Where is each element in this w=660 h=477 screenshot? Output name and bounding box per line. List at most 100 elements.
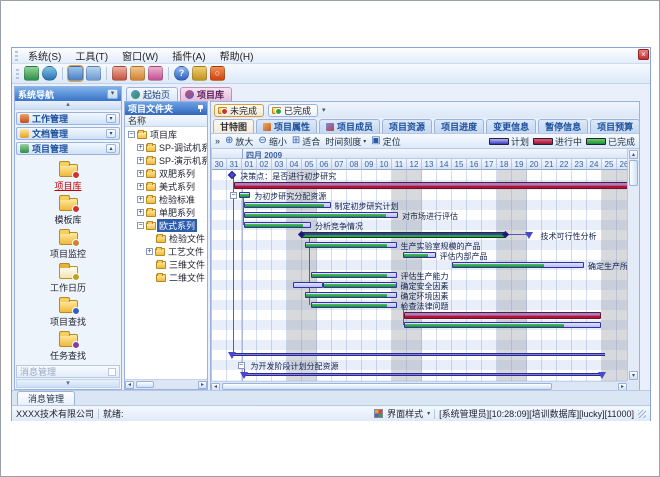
scroll-up-icon[interactable]: ▴ [629,150,638,159]
pin-icon[interactable] [197,105,204,112]
toolbar-overflow-icon[interactable]: » [215,136,220,146]
sidebar-group-工作管理[interactable]: 工作管理▾ [16,112,120,125]
gantt-tab-项目进度[interactable]: 项目进度 [434,119,484,133]
milestone-diamond-icon[interactable] [228,171,236,179]
filter-未完成[interactable]: 未完成 [214,104,264,117]
task-bar[interactable] [244,222,312,228]
chevron-down-icon[interactable]: ▾ [427,410,430,417]
close-icon[interactable]: × [638,49,649,60]
sidebar-menu-button[interactable]: ▾ [107,89,118,99]
tab-起始页[interactable]: 起始页 [126,87,178,101]
power-icon[interactable]: ○ [210,66,225,81]
globe-icon[interactable] [42,66,57,81]
monitor-icon[interactable] [24,66,39,81]
collapse-icon[interactable]: − [137,222,144,229]
help-icon[interactable]: ? [174,66,189,81]
task-bar[interactable] [244,212,399,218]
chevron-up-icon[interactable]: ▴ [106,144,116,153]
tree-item-二维文件[interactable]: 二维文件 [125,271,207,284]
interface-style-button[interactable]: 界面样式 [387,407,423,420]
sidebar-collapse-strip[interactable]: ▴ [15,101,121,110]
zoom-in-button[interactable]: ⊕放大 [225,135,253,148]
tree-item-美式系列[interactable]: +美式系列 [125,180,207,193]
sidebar-collapsed-group[interactable]: 消息管理 [16,365,120,378]
scrollbar-thumb[interactable] [222,383,552,390]
calendar-pink-icon[interactable] [148,66,163,81]
scrollbar-thumb[interactable] [629,160,638,186]
tree-item-项目库[interactable]: −项目库 [125,128,207,141]
sidebar-bottom-chevron[interactable]: ▾ [16,379,120,388]
summary-in-progress-bar[interactable] [234,182,627,189]
tree-item-检验标准[interactable]: +检验标准 [125,193,207,206]
tree-item-单肥系列[interactable]: +单肥系列 [125,206,207,219]
fit-button[interactable]: ⊞适合 [292,135,320,148]
folders-icon[interactable] [86,66,101,81]
tab-项目库[interactable]: 项目库 [180,87,232,101]
gantt-tab-暂停信息[interactable]: 暂停信息 [538,119,588,133]
tab-message-management[interactable]: 消息管理 [17,391,75,405]
scroll-left-icon[interactable]: ◂ [125,381,134,389]
sidebar-item-项目查找[interactable]: 项目查找 [15,296,121,329]
task-bar[interactable] [239,192,250,198]
expand-icon[interactable]: + [137,157,144,164]
folder-icon[interactable] [68,66,83,81]
locate-button[interactable]: ▣定位 [371,135,400,148]
task-bar[interactable] [452,262,584,268]
gantt-tab-甘特图[interactable]: 甘特图 [213,119,254,133]
tree-column-header[interactable]: 名称 [125,115,207,127]
scrollbar-thumb[interactable] [136,381,154,388]
tree-item-工艺文件[interactable]: +工艺文件 [125,245,207,258]
lock-icon[interactable] [192,66,207,81]
calendar-orange-icon[interactable] [130,66,145,81]
menu-item-1[interactable]: 工具(T) [69,47,114,64]
collapse-icon[interactable]: − [238,362,245,369]
expand-icon[interactable]: + [137,196,144,203]
chevron-down-icon[interactable]: ▾ [106,129,116,138]
tree-item-检验文件[interactable]: 检验文件 [125,232,207,245]
sidebar-item-工作日历[interactable]: 工作日历 [15,262,121,295]
timescale-dropdown[interactable]: 时间刻度▾ [325,135,366,148]
sidebar-item-任务查找[interactable]: 任务查找 [15,330,121,363]
menu-item-4[interactable]: 帮助(H) [214,47,260,64]
filter-已完成[interactable]: 已完成 [268,104,318,117]
menu-item-0[interactable]: 系统(S) [22,47,67,64]
resize-grip[interactable] [638,410,646,418]
zoom-out-button[interactable]: ⊖缩小 [258,135,286,148]
tree-item-欧式系列[interactable]: −欧式系列 [125,219,207,232]
gantt-tab-项目成员[interactable]: 项目成员 [319,119,380,133]
task-bar[interactable] [404,322,601,328]
task-bar[interactable] [305,292,397,298]
chevron-down-icon[interactable]: ▾ [106,114,116,123]
tree-horizontal-scrollbar[interactable]: ◂ ▸ [125,379,207,389]
tree-item-SP-调试机系[interactable]: +SP-调试机系 [125,141,207,154]
menu-item-3[interactable]: 插件(A) [166,47,211,64]
task-bar[interactable] [293,282,323,288]
milestone-pentagon-icon[interactable] [525,232,533,239]
menu-item-2[interactable]: 窗口(W) [116,47,164,64]
collapse-icon[interactable]: − [230,192,237,199]
expand-icon[interactable]: + [137,209,144,216]
task-bar[interactable] [305,242,397,248]
expand-icon[interactable]: + [137,183,144,190]
tree-item-三维文件[interactable]: 三维文件 [125,258,207,271]
sidebar-group-项目管理[interactable]: 项目管理▴ [16,142,120,155]
scroll-right-icon[interactable]: ▸ [198,381,207,389]
tree-item-SP-演示机系[interactable]: +SP-演示机系 [125,154,207,167]
task-bar[interactable] [244,202,331,208]
summary-line-bar[interactable] [244,373,603,376]
collapse-icon[interactable]: − [128,131,135,138]
sidebar-item-模板库[interactable]: 模板库 [15,194,121,227]
expand-icon[interactable]: + [137,144,144,151]
gantt-vertical-scrollbar[interactable]: ▴ ▾ [627,149,639,381]
task-bar[interactable] [311,302,397,308]
summary-in-progress-bar[interactable] [404,312,601,319]
gantt-tab-项目属性[interactable]: 项目属性 [256,119,317,133]
summary-completed-bar[interactable] [301,232,505,238]
tree-item-双肥系列[interactable]: +双肥系列 [125,167,207,180]
filter-expand-chevron-icon[interactable]: ▾ [322,106,326,114]
gantt-tab-项目预算[interactable]: 项目预算 [590,119,640,133]
summary-line-bar[interactable] [232,353,605,356]
gantt-tab-项目资源[interactable]: 项目资源 [382,119,432,133]
sidebar-item-项目库[interactable]: 项目库 [15,160,121,193]
task-bar[interactable] [403,252,436,258]
